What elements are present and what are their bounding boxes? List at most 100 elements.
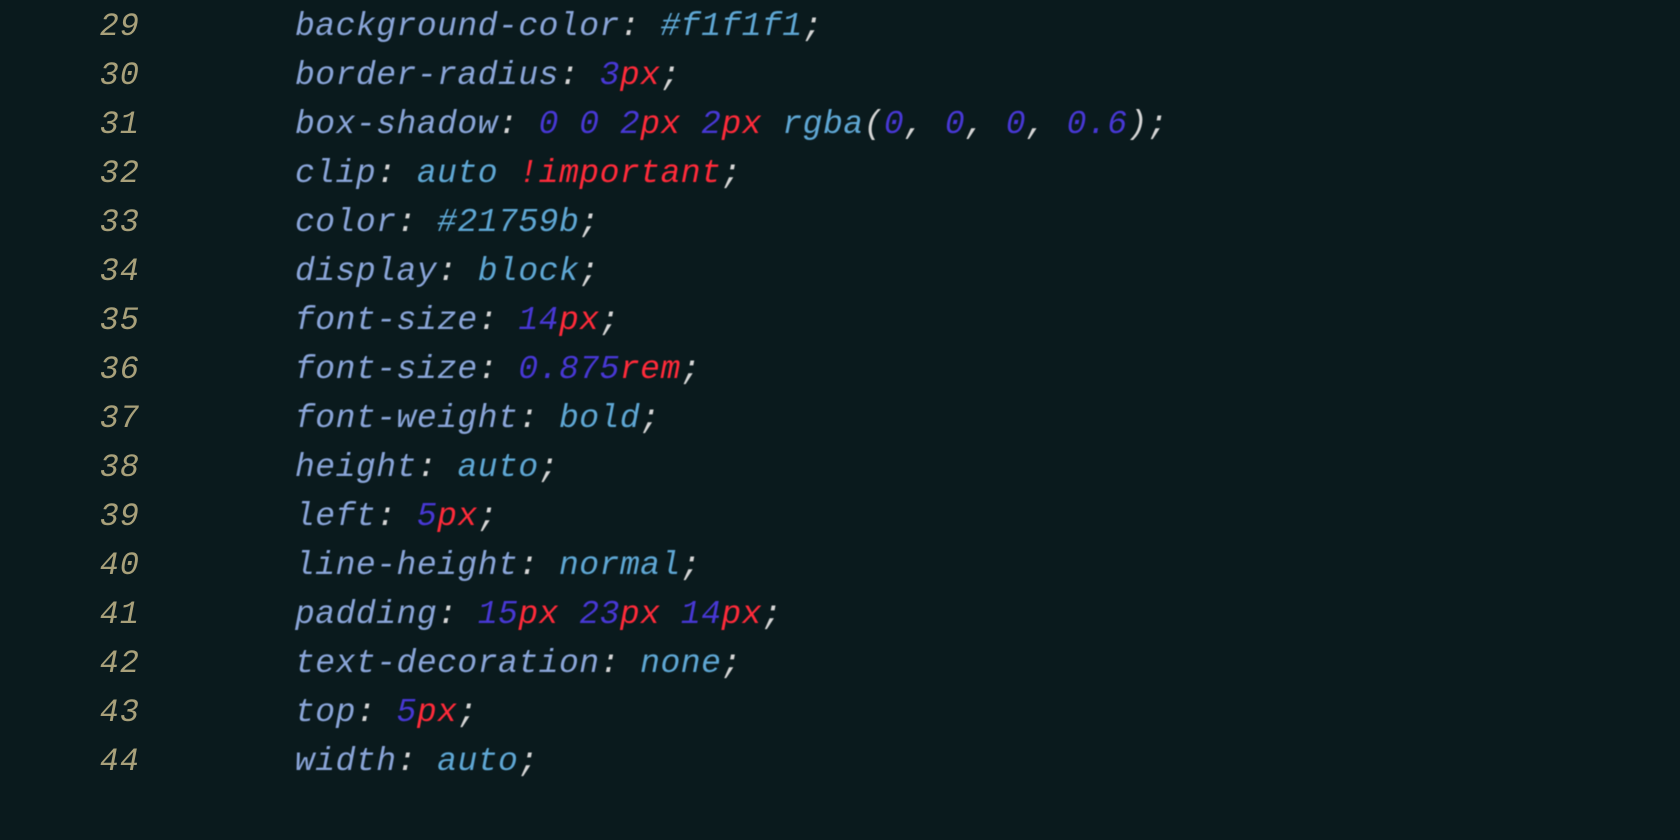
- semicolon: ;: [640, 400, 660, 437]
- css-property: background-color: [295, 8, 620, 45]
- css-property: top: [295, 694, 356, 731]
- css-token: normal: [559, 547, 681, 584]
- colon: :: [478, 302, 519, 339]
- code-line[interactable]: 37font-weight: bold;: [0, 400, 1680, 449]
- semicolon: ;: [681, 351, 701, 388]
- line-number: 41: [0, 596, 180, 633]
- code-editor[interactable]: 29background-color: #f1f1f1;30border-rad…: [0, 0, 1680, 792]
- css-token: [600, 106, 620, 143]
- css-token: px: [640, 106, 681, 143]
- code-content[interactable]: font-weight: bold;: [180, 400, 660, 437]
- css-token: (: [864, 106, 884, 143]
- code-line[interactable]: 41padding: 15px 23px 14px;: [0, 596, 1680, 645]
- code-line[interactable]: 43top: 5px;: [0, 694, 1680, 743]
- code-line[interactable]: 33color: #21759b;: [0, 204, 1680, 253]
- code-line[interactable]: 35font-size: 14px;: [0, 302, 1680, 351]
- css-token: px: [620, 57, 661, 94]
- code-content[interactable]: top: 5px;: [180, 694, 478, 731]
- code-content[interactable]: box-shadow: 0 0 2px 2px rgba(0, 0, 0, 0.…: [180, 106, 1168, 143]
- colon: :: [376, 155, 417, 192]
- code-content[interactable]: height: auto;: [180, 449, 559, 486]
- css-token: 0: [539, 106, 559, 143]
- code-content[interactable]: padding: 15px 23px 14px;: [180, 596, 782, 633]
- css-token: 0: [579, 106, 599, 143]
- line-number: 42: [0, 645, 180, 682]
- code-line[interactable]: 39left: 5px;: [0, 498, 1680, 547]
- css-token: ): [1128, 106, 1148, 143]
- colon: :: [356, 694, 397, 731]
- css-token: [559, 596, 579, 633]
- css-token: 0.875: [518, 351, 620, 388]
- css-token: px: [620, 596, 661, 633]
- css-token: 5: [397, 694, 417, 731]
- code-line[interactable]: 31box-shadow: 0 0 2px 2px rgba(0, 0, 0, …: [0, 106, 1680, 155]
- code-line[interactable]: 29background-color: #f1f1f1;: [0, 8, 1680, 57]
- css-token: 0: [1006, 106, 1026, 143]
- code-line[interactable]: 42text-decoration: none;: [0, 645, 1680, 694]
- code-line[interactable]: 36font-size: 0.875rem;: [0, 351, 1680, 400]
- css-property: font-size: [295, 351, 478, 388]
- css-token: 0: [945, 106, 965, 143]
- semicolon: ;: [1148, 106, 1168, 143]
- colon: :: [437, 596, 478, 633]
- code-line[interactable]: 44width: auto;: [0, 743, 1680, 792]
- code-content[interactable]: text-decoration: none;: [180, 645, 742, 682]
- css-token: [660, 596, 680, 633]
- css-token: block: [478, 253, 580, 290]
- line-number: 43: [0, 694, 180, 731]
- semicolon: ;: [579, 253, 599, 290]
- colon: :: [437, 253, 478, 290]
- css-token: 15: [478, 596, 519, 633]
- css-token: 5: [417, 498, 437, 535]
- code-line[interactable]: 40line-height: normal;: [0, 547, 1680, 596]
- semicolon: ;: [478, 498, 498, 535]
- css-property: font-weight: [295, 400, 518, 437]
- colon: :: [600, 645, 641, 682]
- line-number: 38: [0, 449, 180, 486]
- code-content[interactable]: border-radius: 3px;: [180, 57, 681, 94]
- line-number: 34: [0, 253, 180, 290]
- code-content[interactable]: clip: auto !important;: [180, 155, 742, 192]
- code-content[interactable]: line-height: normal;: [180, 547, 701, 584]
- code-line[interactable]: 32clip: auto !important;: [0, 155, 1680, 204]
- css-token: 0.6: [1067, 106, 1128, 143]
- css-token: px: [721, 596, 762, 633]
- css-token: 23: [579, 596, 620, 633]
- semicolon: ;: [660, 57, 680, 94]
- line-number: 31: [0, 106, 180, 143]
- line-number: 40: [0, 547, 180, 584]
- code-content[interactable]: color: #21759b;: [180, 204, 600, 241]
- semicolon: ;: [762, 596, 782, 633]
- colon: :: [397, 204, 438, 241]
- css-property: line-height: [295, 547, 518, 584]
- semicolon: ;: [539, 449, 559, 486]
- css-token: bold: [559, 400, 640, 437]
- line-number: 30: [0, 57, 180, 94]
- semicolon: ;: [579, 204, 599, 241]
- code-content[interactable]: display: block;: [180, 253, 600, 290]
- css-token: #f1f1f1: [660, 8, 802, 45]
- colon: :: [478, 351, 519, 388]
- code-line[interactable]: 30border-radius: 3px;: [0, 57, 1680, 106]
- code-content[interactable]: background-color: #f1f1f1;: [180, 8, 823, 45]
- css-token: [559, 106, 579, 143]
- code-content[interactable]: font-size: 0.875rem;: [180, 351, 701, 388]
- code-line[interactable]: 34display: block;: [0, 253, 1680, 302]
- code-line[interactable]: 38height: auto;: [0, 449, 1680, 498]
- css-token: rem: [620, 351, 681, 388]
- line-number: 37: [0, 400, 180, 437]
- line-number: 39: [0, 498, 180, 535]
- code-content[interactable]: left: 5px;: [180, 498, 498, 535]
- css-token: [498, 155, 518, 192]
- line-number: 32: [0, 155, 180, 192]
- semicolon: ;: [721, 645, 741, 682]
- css-token: 2: [620, 106, 640, 143]
- css-property: text-decoration: [295, 645, 600, 682]
- code-content[interactable]: font-size: 14px;: [180, 302, 620, 339]
- css-property: font-size: [295, 302, 478, 339]
- code-content[interactable]: width: auto;: [180, 743, 539, 780]
- semicolon: ;: [457, 694, 477, 731]
- css-property: clip: [295, 155, 376, 192]
- line-number: 44: [0, 743, 180, 780]
- css-token: !important: [518, 155, 721, 192]
